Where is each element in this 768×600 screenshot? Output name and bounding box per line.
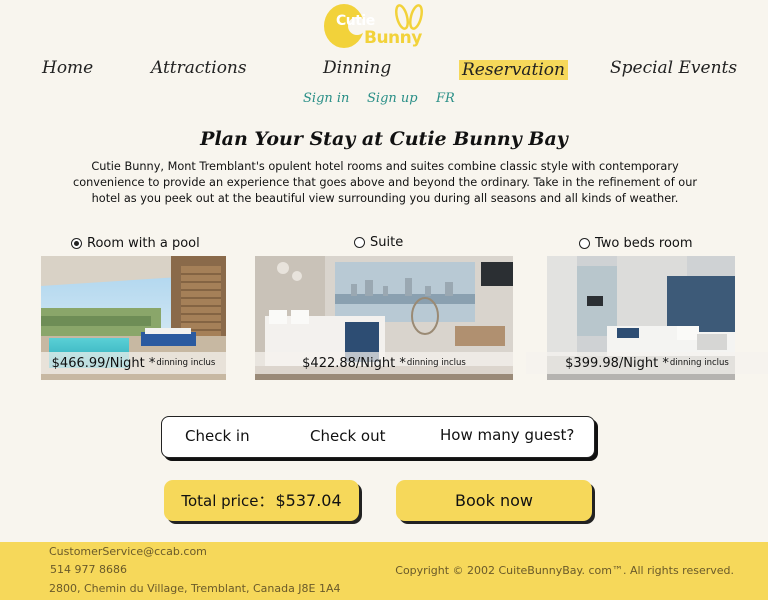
price-note: dinning inclus — [156, 358, 216, 368]
room-name: Two beds room — [595, 236, 693, 251]
footer-copyright: Copyright © 2002 CuiteBunnyBay. com™. Al… — [395, 564, 734, 577]
room-pool-price: $466.99/Night * dinning inclus — [41, 352, 226, 374]
footer: CustomerService@ccab.com 514 977 8686 28… — [0, 542, 768, 600]
page-title: Plan Your Stay at Cutie Bunny Bay — [200, 128, 568, 150]
footer-phone: 514 977 8686 — [50, 563, 127, 576]
radio-room-pool[interactable] — [71, 238, 82, 249]
room-name: Suite — [370, 235, 404, 250]
nav-dinning[interactable]: Dinning — [323, 58, 391, 78]
room-suite-price: $422.88/Night * dinning inclus — [255, 352, 513, 374]
total-price-display: Total price： $537.04 — [164, 480, 359, 521]
nav-reservation[interactable]: Reservation — [459, 60, 568, 80]
nav-home[interactable]: Home — [42, 58, 93, 78]
radio-room-suite[interactable] — [354, 237, 365, 248]
footer-email[interactable]: CustomerService@ccab.com — [49, 545, 207, 558]
intro-text: Cutie Bunny, Mont Tremblant's opulent ho… — [73, 160, 697, 205]
price-note: dinning inclus — [669, 358, 729, 368]
check-in-field[interactable]: Check in — [185, 427, 250, 445]
price-note: dinning inclus — [406, 358, 466, 368]
room-option-two-beds[interactable]: Two beds room — [579, 236, 693, 251]
room-name: Room with a pool — [87, 236, 200, 251]
price-value: $399.98/Night * — [565, 355, 669, 371]
book-now-label: Book now — [455, 491, 533, 510]
bunny-ears-icon — [395, 4, 423, 30]
sign-in-link[interactable]: Sign in — [303, 91, 349, 106]
room-option-pool[interactable]: Room with a pool — [71, 236, 200, 251]
brand-logo[interactable]: Cutie Bunny — [322, 4, 434, 50]
footer-address: 2800, Chemin du Village, Tremblant, Cana… — [49, 582, 341, 595]
book-now-button[interactable]: Book now — [396, 480, 592, 521]
nav-special-events[interactable]: Special Events — [610, 58, 737, 78]
price-value: $466.99/Night * — [51, 355, 156, 371]
logo-text-cutie: Cutie — [336, 13, 375, 29]
sign-up-link[interactable]: Sign up — [367, 91, 418, 106]
nav-attractions[interactable]: Attractions — [151, 58, 247, 78]
booking-form: Check in Check out How many guest? — [161, 416, 595, 458]
room-option-suite[interactable]: Suite — [354, 235, 403, 250]
total-price-value: $537.04 — [275, 491, 342, 510]
price-value: $422.88/Night * — [302, 355, 406, 371]
room-two-beds-price: $399.98/Night * dinning inclus — [526, 352, 768, 374]
check-out-field[interactable]: Check out — [310, 427, 385, 445]
radio-room-two-beds[interactable] — [579, 238, 590, 249]
language-toggle[interactable]: FR — [436, 91, 455, 106]
total-price-label: Total price： — [181, 492, 274, 510]
guests-field[interactable]: How many guest? — [440, 426, 574, 444]
